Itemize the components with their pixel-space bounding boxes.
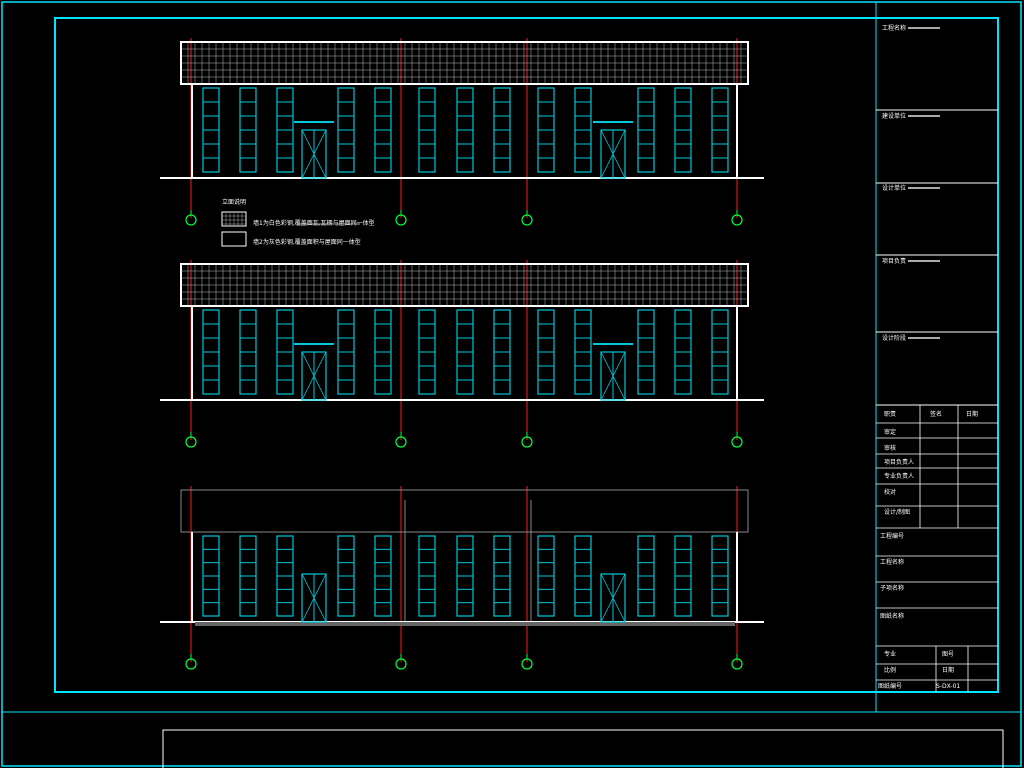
ground-hatch [195, 622, 735, 626]
tb-approval-row-2: 审核 [884, 444, 896, 452]
roof-panel-plain [180, 489, 749, 533]
tb-info-2: 工程名称 [880, 558, 904, 566]
drawing-frames [1, 1, 1022, 768]
door-swing-right [313, 573, 327, 623]
tb-field-lead: 项目负责 [882, 257, 906, 265]
tb-field-stage: 设计阶段 [882, 334, 906, 342]
tb-info-4: 图纸名称 [880, 612, 904, 620]
legend-item-1: 墙1为白色彩钢,覆盖面瓦,瓦楞与屋面同一体型 [253, 219, 375, 227]
legend-item-2: 墙2为灰色彩钢,覆盖面积与屋面同一体型 [253, 238, 361, 246]
door-swing-left [600, 573, 614, 623]
elevation-views [160, 38, 764, 670]
tb-bottom-2: 图号 [942, 651, 954, 658]
tb-bottom-4: 日期 [942, 666, 954, 674]
tb-approval-row-3: 项目负责人 [884, 458, 914, 466]
door-swing-left [600, 129, 614, 179]
tb-bottom-3: 比例 [884, 666, 896, 674]
door-swing-left [301, 351, 315, 401]
tb-approval-header-sign: 签名 [930, 410, 942, 418]
tb-approval-row-1: 审定 [884, 428, 896, 436]
next-sheet-frame [162, 729, 1004, 768]
door-swing-right [612, 351, 626, 401]
legend: 立面说明 墙1为白色彩钢,覆盖面瓦,瓦楞与屋面同一体型 墙2为灰色彩钢,覆盖面积… [221, 198, 375, 247]
door-swing-right [313, 129, 327, 179]
outer-frame [1, 1, 1022, 767]
door-swing-right [313, 351, 327, 401]
tb-field-designer: 设计单位 [882, 184, 906, 192]
elevation-1 [160, 38, 764, 226]
tb-approval-header-role: 职责 [884, 410, 896, 418]
title-block: 工程名称 建设单位 设计单位 项目负责 设计阶段 职责 签名 日期 审定 审核 … [876, 24, 998, 692]
cad-drawing-canvas: 立面说明 墙1为白色彩钢,覆盖面瓦,瓦楞与屋面同一体型 墙2为灰色彩钢,覆盖面积… [1, 1, 1022, 768]
tb-approval-row-5: 校对 [884, 488, 896, 496]
elevation-3 [160, 486, 764, 670]
tb-field-project: 工程名称 [882, 24, 906, 32]
door-swing-right [612, 129, 626, 179]
tb-approval-header-date: 日期 [966, 410, 978, 418]
legend-title: 立面说明 [222, 198, 246, 206]
tb-info-3: 子项名称 [880, 584, 904, 592]
tb-sheet-label: 图纸编号 [878, 682, 902, 690]
door-swing-left [301, 573, 315, 623]
tb-approval-row-4: 专业负责人 [884, 472, 914, 480]
door-swing-left [600, 351, 614, 401]
tb-sheet-code: S-DX-01 [936, 683, 960, 690]
tb-field-client: 建设单位 [882, 112, 906, 120]
elevation-2 [160, 260, 764, 448]
tb-info-1: 工程编号 [880, 532, 904, 540]
tb-approval-row-6: 设计/制图 [884, 508, 910, 516]
legend-swatch-plain [221, 231, 247, 247]
door-swing-right [612, 573, 626, 623]
tb-bottom-1: 专业 [884, 650, 896, 658]
door-swing-left [301, 129, 315, 179]
